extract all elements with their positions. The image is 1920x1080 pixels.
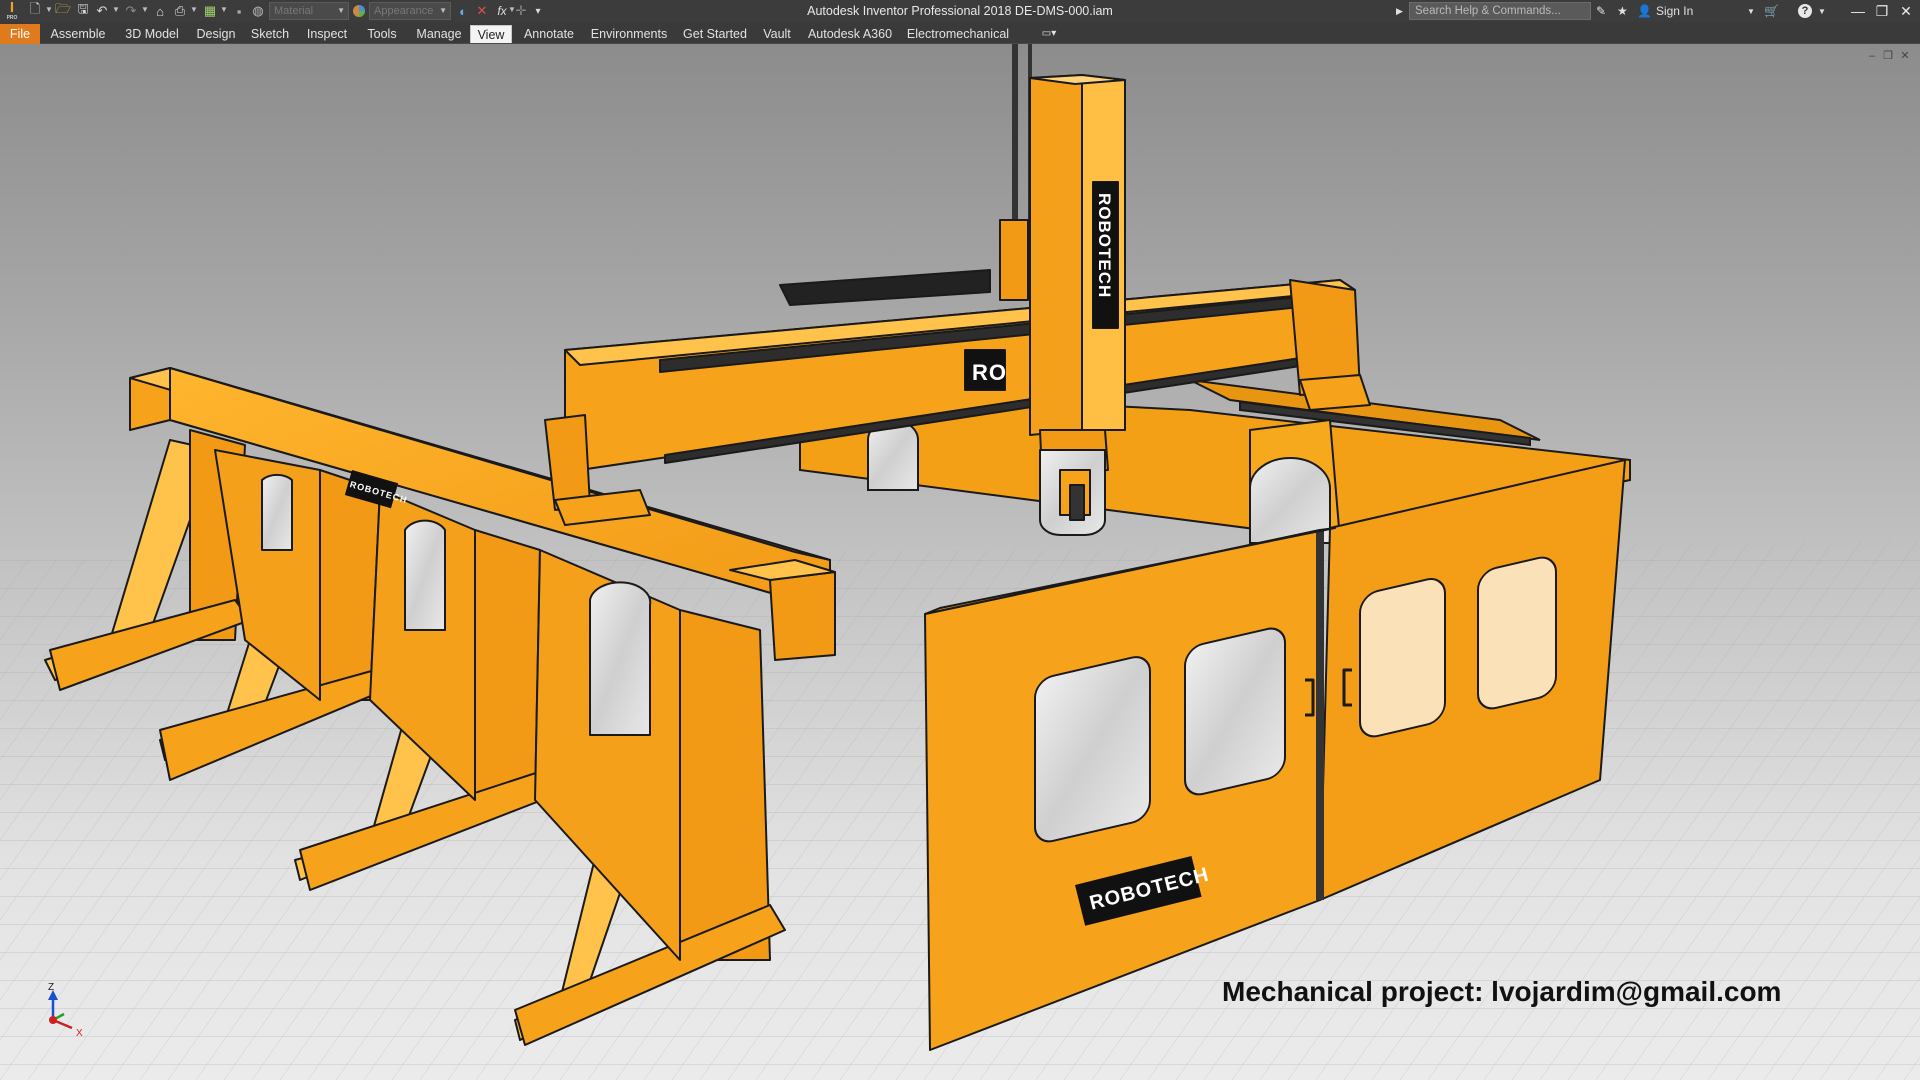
tab-view-label: View <box>477 28 505 42</box>
material-icon[interactable]: ◍ <box>251 2 265 20</box>
tab-get-started[interactable]: Get Started <box>680 25 750 43</box>
tab-manage[interactable]: Manage <box>411 25 467 43</box>
tab-vault-label: Vault <box>763 27 791 41</box>
search-binoculars-icon[interactable]: ✎ <box>1596 2 1606 20</box>
tab-autodesk-a360-label: Autodesk A360 <box>807 27 893 41</box>
favorites-star-icon[interactable]: ★ <box>1617 2 1628 20</box>
redo-dropdown-caret[interactable]: ▼ <box>141 4 149 16</box>
tab-file[interactable]: File <box>0 24 40 44</box>
brand-label-gantry: RO <box>965 350 1007 390</box>
sign-in-label: Sign In <box>1655 4 1694 18</box>
app-logo-letter: I <box>9 0 15 16</box>
open-icon[interactable]: 🗁 <box>55 1 71 20</box>
select-dropdown-caret[interactable]: ▼ <box>220 4 228 16</box>
move-icon[interactable]: ✛ <box>514 2 528 20</box>
search-expand-icon[interactable]: ▶ <box>1396 2 1403 20</box>
tab-electromechanical[interactable]: Electromechanical <box>904 25 1012 43</box>
tab-sketch-label: Sketch <box>250 27 290 41</box>
graphics-viewport[interactable]: – ❐ ✕ ROBOTECH ROBOTECH ROBOTECH RO Z X … <box>0 44 1920 1080</box>
brand-label-column: ROBOTECH <box>1093 182 1118 328</box>
undo-icon[interactable]: ↶ <box>95 2 109 20</box>
customize-icon[interactable]: ▾ <box>532 2 544 20</box>
new-dropdown-caret[interactable]: ▼ <box>45 4 53 16</box>
clear-icon[interactable]: ✕ <box>474 2 490 20</box>
tab-tools-label: Tools <box>367 27 397 41</box>
user-icon: 👤 <box>1637 4 1652 18</box>
appearance-select-value: Appearance <box>374 5 434 17</box>
material-select[interactable]: Material ▼ <box>269 2 349 20</box>
sign-in-dropdown-caret[interactable]: ▼ <box>1747 2 1755 20</box>
ribbon-tab-bar: File Assemble 3D Model Design Sketch Ins… <box>0 22 1920 44</box>
tab-annotate[interactable]: Annotate <box>519 25 579 43</box>
chevron-down-icon: ▼ <box>439 6 447 15</box>
appearance-select[interactable]: Appearance ▼ <box>369 2 451 20</box>
chevron-down-icon: ▼ <box>337 6 345 15</box>
home-icon[interactable]: ⌂ <box>152 2 168 20</box>
tab-inspect-label: Inspect <box>306 27 348 41</box>
tab-vault[interactable]: Vault <box>758 25 796 43</box>
axis-x-label: X <box>76 1028 83 1039</box>
adjust-icon[interactable]: ◐ <box>455 2 471 20</box>
tab-sketch[interactable]: Sketch <box>247 25 293 43</box>
color-icon[interactable]: ▪ <box>232 2 246 20</box>
ribbon-display-options-icon[interactable]: ▭▾ <box>1034 25 1064 43</box>
title-bar: I PRO 🗋 ▼ 🗁 🖫 ↶ ▼ ↷ ▼ ⌂ ⎙ ▼ ▦ ▼ ▪ ◍ Mate… <box>0 0 1920 22</box>
close-button[interactable]: ✕ <box>1892 0 1920 22</box>
print-icon[interactable]: ⎙ <box>172 2 188 20</box>
material-select-value: Material <box>274 5 314 17</box>
new-icon[interactable]: 🗋 <box>28 1 42 20</box>
tab-3d-model-label: 3D Model <box>125 27 179 41</box>
app-logo-sub: PRO <box>6 15 18 21</box>
tab-electromechanical-label: Electromechanical <box>906 27 1010 41</box>
tab-3d-model[interactable]: 3D Model <box>118 25 186 43</box>
tab-assemble[interactable]: Assemble <box>46 25 110 43</box>
tab-design-label: Design <box>196 27 236 41</box>
undo-dropdown-caret[interactable]: ▼ <box>112 4 120 16</box>
app-logo[interactable]: I PRO <box>4 0 20 21</box>
brand-text-gantry: RO <box>972 360 1007 385</box>
select-icon[interactable]: ▦ <box>202 2 218 20</box>
tab-tools[interactable]: Tools <box>361 25 403 43</box>
help-icon[interactable]: ? <box>1798 2 1812 20</box>
tab-environments-label: Environments <box>590 27 668 41</box>
window-title: Autodesk Inventor Professional 2018 DE-D… <box>807 4 1113 18</box>
tab-file-label: File <box>9 27 31 41</box>
appearance-icon[interactable] <box>351 2 367 20</box>
tab-autodesk-a360[interactable]: Autodesk A360 <box>804 25 896 43</box>
tab-assemble-label: Assemble <box>50 27 106 41</box>
axis-z-label: Z <box>48 982 54 993</box>
redo-icon[interactable]: ↷ <box>124 2 138 20</box>
tab-view[interactable]: View <box>470 25 512 43</box>
tab-design[interactable]: Design <box>193 25 239 43</box>
search-input[interactable] <box>1409 2 1591 20</box>
tab-get-started-label: Get Started <box>683 27 747 41</box>
print-dropdown-caret[interactable]: ▼ <box>190 4 198 16</box>
tab-inspect[interactable]: Inspect <box>301 25 353 43</box>
sign-in-button[interactable]: 👤 Sign In <box>1637 2 1693 20</box>
tab-environments[interactable]: Environments <box>587 25 671 43</box>
tab-annotate-label: Annotate <box>523 27 575 41</box>
save-icon[interactable]: 🖫 <box>76 1 90 20</box>
tab-manage-label: Manage <box>416 27 462 41</box>
cart-icon[interactable]: 🛒 <box>1764 2 1779 20</box>
help-dropdown-caret[interactable]: ▼ <box>1818 2 1826 20</box>
brand-text-column: ROBOTECH <box>1095 193 1114 298</box>
cad-model-scene[interactable]: ROBOTECH ROBOTECH ROBOTECH RO Z X <box>0 44 1920 1080</box>
watermark-text: Mechanical project: lvojardim@gmail.com <box>1222 976 1782 1007</box>
